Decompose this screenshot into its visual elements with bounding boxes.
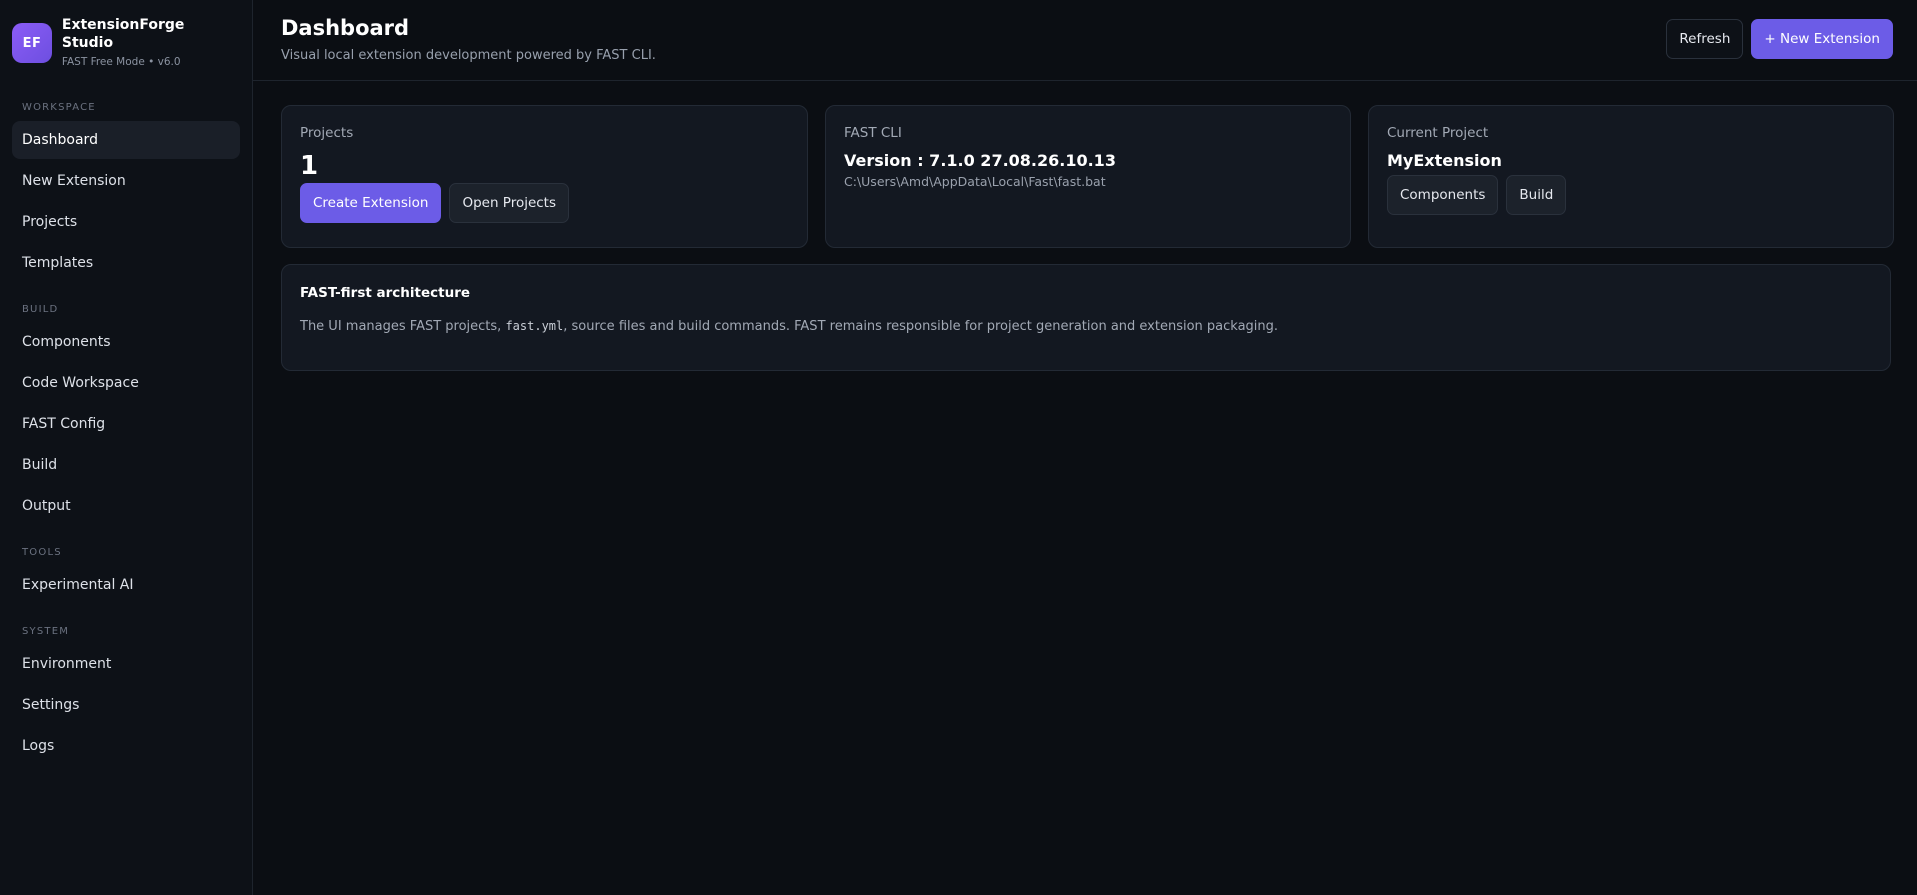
refresh-button[interactable]: Refresh bbox=[1666, 19, 1744, 59]
info-code: fast.yml bbox=[505, 319, 564, 333]
header-actions: Refresh + New Extension bbox=[1666, 19, 1893, 59]
fast-cli-card: FAST CLI Version : 7.1.0 27.08.26.10.13 … bbox=[825, 105, 1351, 248]
projects-count: 1 bbox=[300, 151, 319, 181]
info-text-before: The UI manages FAST projects, bbox=[300, 319, 506, 334]
sidebar-item-code-workspace[interactable]: Code Workspace bbox=[12, 364, 240, 402]
dashboard-content: Projects 1 Create Extension Open Project… bbox=[253, 81, 1917, 371]
fast-cli-version: Version : 7.1.0 27.08.26.10.13 bbox=[844, 151, 1116, 170]
sidebar-item-components[interactable]: Components bbox=[12, 323, 240, 361]
brand-name: ExtensionForge Studio bbox=[61, 17, 185, 51]
header-text: Dashboard Visual local extension develop… bbox=[281, 14, 656, 63]
fast-cli-path: C:\Users\Amd\AppData\Local\Fast\fast.bat bbox=[844, 174, 1106, 189]
app-root: EF ExtensionForge Studio FAST Free Mode … bbox=[0, 0, 1917, 895]
sidebar-item-projects[interactable]: Projects bbox=[12, 203, 240, 241]
nav-section-tools: TOOLS bbox=[22, 547, 62, 558]
brand-logo: EF bbox=[12, 23, 52, 63]
main-area: Dashboard Visual local extension develop… bbox=[253, 0, 1917, 895]
nav-section-system: SYSTEM bbox=[22, 626, 70, 637]
brand-subtitle: FAST Free Mode • v6.0 bbox=[61, 56, 181, 68]
summary-cards: Projects 1 Create Extension Open Project… bbox=[281, 105, 1894, 248]
architecture-info-card: FAST-first architecture The UI manages F… bbox=[281, 264, 1891, 371]
sidebar-item-experimental-ai[interactable]: Experimental AI bbox=[12, 566, 240, 604]
page-header: Dashboard Visual local extension develop… bbox=[253, 0, 1917, 81]
open-projects-button[interactable]: Open Projects bbox=[449, 183, 570, 223]
sidebar-item-environment[interactable]: Environment bbox=[12, 645, 240, 683]
build-button[interactable]: Build bbox=[1506, 175, 1567, 215]
page-subtitle: Visual local extension development power… bbox=[281, 48, 656, 63]
nav-section-build: BUILD bbox=[22, 304, 59, 315]
create-extension-button[interactable]: Create Extension bbox=[300, 183, 442, 223]
current-project-name: MyExtension bbox=[1387, 151, 1502, 170]
sidebar-item-output[interactable]: Output bbox=[12, 487, 240, 525]
current-project-actions: Components Build bbox=[1387, 175, 1875, 215]
info-text-after: , source files and build commands. FAST … bbox=[563, 319, 1279, 334]
sidebar-item-dashboard[interactable]: Dashboard bbox=[12, 121, 240, 159]
brand: EF ExtensionForge Studio FAST Free Mode … bbox=[12, 16, 240, 78]
projects-card: Projects 1 Create Extension Open Project… bbox=[281, 105, 808, 248]
page-title: Dashboard bbox=[281, 16, 410, 40]
info-title: FAST-first architecture bbox=[300, 285, 471, 301]
components-button[interactable]: Components bbox=[1387, 175, 1499, 215]
sidebar-item-new-extension[interactable]: New Extension bbox=[12, 162, 240, 200]
sidebar-item-settings[interactable]: Settings bbox=[12, 686, 240, 724]
nav-section-workspace: WORKSPACE bbox=[22, 102, 96, 113]
sidebar: EF ExtensionForge Studio FAST Free Mode … bbox=[0, 0, 253, 895]
sidebar-item-logs[interactable]: Logs bbox=[12, 727, 240, 765]
projects-card-label: Projects bbox=[300, 125, 354, 141]
info-text: The UI manages FAST projects, fast.yml, … bbox=[300, 317, 1872, 336]
projects-card-actions: Create Extension Open Projects bbox=[300, 183, 789, 223]
current-project-card: Current Project MyExtension Components B… bbox=[1368, 105, 1894, 248]
current-project-label: Current Project bbox=[1387, 125, 1489, 141]
sidebar-item-templates[interactable]: Templates bbox=[12, 244, 240, 282]
fast-cli-card-label: FAST CLI bbox=[844, 125, 902, 141]
brand-text: ExtensionForge Studio FAST Free Mode • v… bbox=[62, 16, 240, 70]
sidebar-item-build[interactable]: Build bbox=[12, 446, 240, 484]
sidebar-item-fast-config[interactable]: FAST Config bbox=[12, 405, 240, 443]
new-extension-button[interactable]: + New Extension bbox=[1751, 19, 1893, 59]
